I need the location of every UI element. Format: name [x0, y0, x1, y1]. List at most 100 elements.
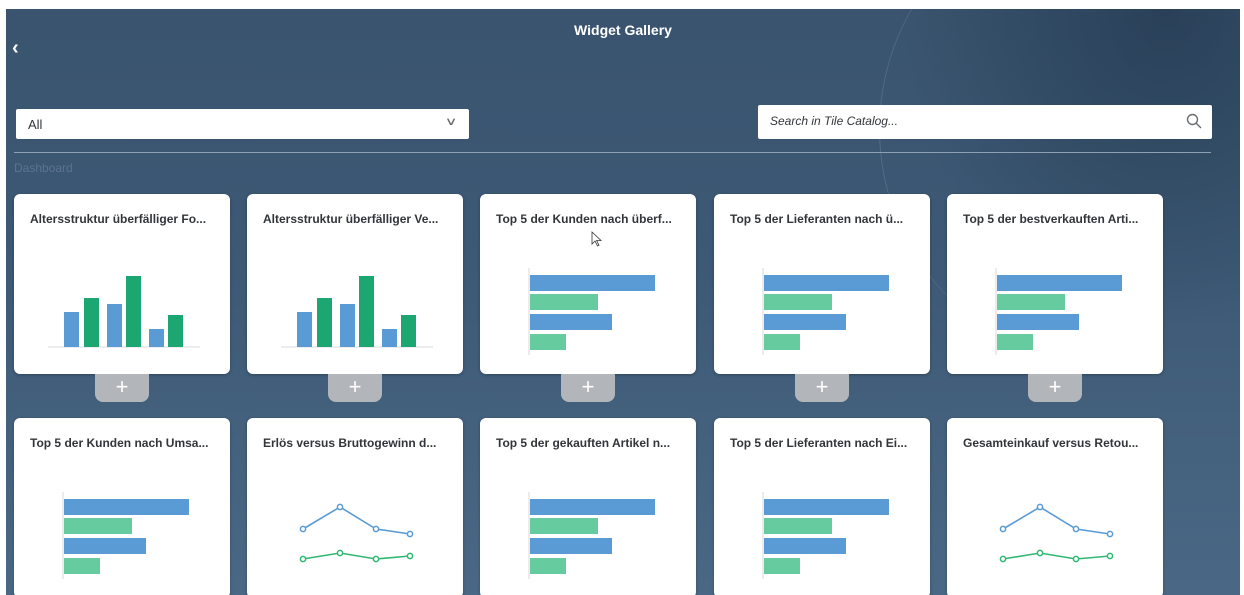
section-divider: [14, 152, 1211, 153]
column-chart-icon: [281, 276, 433, 348]
page-title: Widget Gallery: [574, 22, 672, 38]
chart-icon-point: [299, 525, 307, 533]
widget-tile[interactable]: Top 5 der Kunden nach Umsa...: [14, 418, 230, 595]
widget-tile[interactable]: Top 5 der gekauften Artikel n...: [480, 418, 696, 595]
chart-icon-bar: [340, 304, 355, 347]
mouse-cursor-icon: [591, 231, 603, 247]
chart-icon-line: [1002, 552, 1111, 560]
widget-tile[interactable]: Top 5 der Kunden nach überf...: [480, 194, 696, 374]
category-select-value: All: [28, 116, 43, 132]
chart-icon-bar: [530, 314, 612, 330]
chart-icon-line: [302, 552, 411, 560]
category-select[interactable]: All ∨: [16, 109, 469, 139]
chart-icon-line: [302, 506, 411, 535]
line-chart-icon: [299, 503, 414, 563]
bar-chart-icon: [528, 492, 655, 579]
search-field[interactable]: [758, 105, 1212, 139]
chart-icon-point: [1036, 549, 1044, 557]
chart-icon-bar: [764, 538, 846, 554]
chart-icon-bar: [997, 334, 1033, 350]
widget-tile[interactable]: Altersstruktur überfälliger Fo...: [14, 194, 230, 374]
chart-icon-line: [1002, 506, 1111, 535]
chart-icon-bar: [764, 558, 800, 574]
tile-title: Altersstruktur überfälliger Fo...: [30, 212, 207, 226]
chart-icon-bar: [401, 315, 416, 347]
chart-icon-point: [406, 530, 414, 538]
widget-tile[interactable]: Top 5 der Lieferanten nach ü...: [714, 194, 930, 374]
widget-tile[interactable]: Gesamteinkauf versus Retou...: [947, 418, 1163, 595]
chart-icon-bar: [64, 558, 100, 574]
tile-title: Erlös versus Bruttogewinn d...: [263, 436, 437, 450]
chart-icon-point: [1036, 503, 1044, 511]
tile-title: Top 5 der Lieferanten nach ü...: [730, 212, 904, 226]
widget-tile[interactable]: Altersstruktur überfälliger Ve...: [247, 194, 463, 374]
chart-icon-point: [999, 525, 1007, 533]
chart-icon-bar: [297, 312, 312, 347]
chart-icon-bar: [997, 294, 1065, 310]
chart-icon-bar: [126, 276, 141, 347]
chart-icon-bar: [530, 294, 598, 310]
chart-icon-bar: [530, 558, 566, 574]
search-input[interactable]: [758, 105, 1182, 137]
widget-gallery-screen: Widget Gallery ‹ All ∨ Dashboard Alterss…: [6, 9, 1240, 595]
chart-icon-point: [999, 555, 1007, 563]
chart-icon-bar: [764, 518, 832, 534]
chart-icon-bar: [168, 315, 183, 347]
chart-icon-bar: [149, 329, 164, 347]
bar-chart-icon: [62, 492, 189, 579]
chart-icon-bar: [64, 538, 146, 554]
chart-icon-bar: [530, 334, 566, 350]
tile-title: Top 5 der gekauften Artikel n...: [496, 436, 671, 450]
chart-icon-bar: [764, 294, 832, 310]
widget-tile[interactable]: Top 5 der bestverkauften Arti...: [947, 194, 1163, 374]
chart-icon-bar: [64, 312, 79, 347]
bar-chart-icon: [995, 268, 1122, 355]
chart-icon-bar: [382, 329, 397, 347]
chart-icon-bar: [359, 276, 374, 347]
chart-icon-bar: [530, 499, 655, 515]
widget-tile[interactable]: Top 5 der Lieferanten nach Ei...: [714, 418, 930, 595]
chart-icon-bar: [530, 538, 612, 554]
chart-icon-point: [299, 555, 307, 563]
chart-icon-bar: [997, 314, 1079, 330]
chart-icon-bar: [84, 298, 99, 347]
tile-title: Top 5 der bestverkauften Arti...: [963, 212, 1139, 226]
add-tile-button[interactable]: +: [95, 374, 149, 402]
chart-icon-point: [1072, 555, 1080, 563]
bar-chart-icon: [762, 268, 889, 355]
chart-icon-bar: [764, 334, 800, 350]
chart-icon-bar: [64, 518, 132, 534]
add-tile-button[interactable]: +: [328, 374, 382, 402]
chart-icon-point: [372, 525, 380, 533]
tile-title: Top 5 der Kunden nach Umsa...: [30, 436, 209, 450]
search-icon[interactable]: [1186, 113, 1202, 129]
line-chart-icon: [999, 503, 1114, 563]
chart-icon-bar: [764, 275, 889, 291]
chevron-down-icon: ∨: [444, 116, 458, 128]
chart-icon-point: [1106, 530, 1114, 538]
chart-icon-point: [1072, 525, 1080, 533]
chart-icon-bar: [107, 304, 122, 347]
chart-icon-bar: [764, 314, 846, 330]
add-tile-button[interactable]: +: [1028, 374, 1082, 402]
chart-icon-point: [336, 503, 344, 511]
chart-icon-bar: [317, 298, 332, 347]
column-chart-icon: [48, 276, 200, 348]
chart-icon-bar: [997, 275, 1122, 291]
chevron-left-icon[interactable]: ‹: [12, 38, 26, 58]
chart-icon-bar: [64, 499, 189, 515]
section-label: Dashboard: [14, 161, 73, 175]
widget-tile[interactable]: Erlös versus Bruttogewinn d...: [247, 418, 463, 595]
chart-icon-point: [372, 555, 380, 563]
tile-title: Top 5 der Kunden nach überf...: [496, 212, 672, 226]
chart-icon-point: [406, 552, 414, 560]
bar-chart-icon: [528, 268, 655, 355]
tile-title: Top 5 der Lieferanten nach Ei...: [730, 436, 908, 450]
add-tile-button[interactable]: +: [795, 374, 849, 402]
tile-title: Gesamteinkauf versus Retou...: [963, 436, 1139, 450]
chart-icon-bar: [764, 499, 889, 515]
add-tile-button[interactable]: +: [561, 374, 615, 402]
tile-title: Altersstruktur überfälliger Ve...: [263, 212, 439, 226]
chart-icon-point: [1106, 552, 1114, 560]
bar-chart-icon: [762, 492, 889, 579]
